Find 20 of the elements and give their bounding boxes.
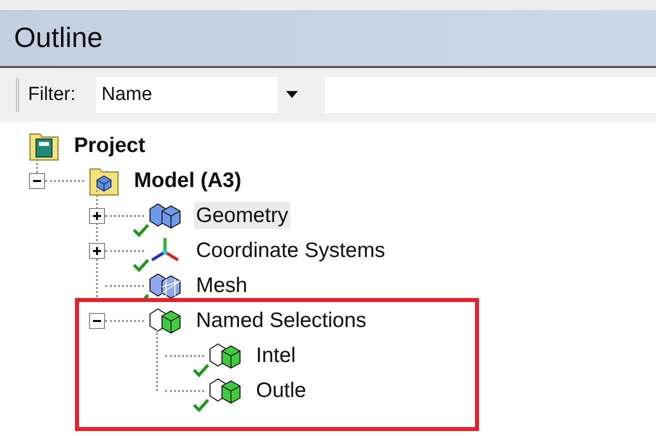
tree-item[interactable]: Named Selections: [194, 307, 368, 334]
caret-icon: [286, 91, 298, 99]
panel-title: Outline: [14, 21, 103, 55]
expander-toggle[interactable]: [89, 242, 105, 258]
expander-toggle[interactable]: [89, 208, 105, 224]
tree-item[interactable]: Project: [72, 132, 148, 159]
tree-item[interactable]: Outle: [254, 377, 308, 404]
filter-dropdown[interactable]: Name: [96, 77, 306, 113]
tree-item[interactable]: Mesh: [194, 272, 250, 299]
tree-item[interactable]: Coordinate Systems: [194, 237, 388, 264]
expander-toggle[interactable]: [89, 312, 105, 328]
tree-item[interactable]: Model (A3): [132, 167, 244, 194]
cubes-icon: [148, 306, 182, 336]
expander-toggle[interactable]: [29, 172, 45, 188]
tree-item[interactable]: Intel: [254, 342, 298, 369]
filter-label: Filter:: [28, 82, 76, 107]
cubes-icon: [148, 200, 182, 230]
cubes-icon: [208, 376, 242, 406]
tree-item[interactable]: Geometry: [194, 202, 290, 229]
cubes-icon: [208, 340, 242, 370]
